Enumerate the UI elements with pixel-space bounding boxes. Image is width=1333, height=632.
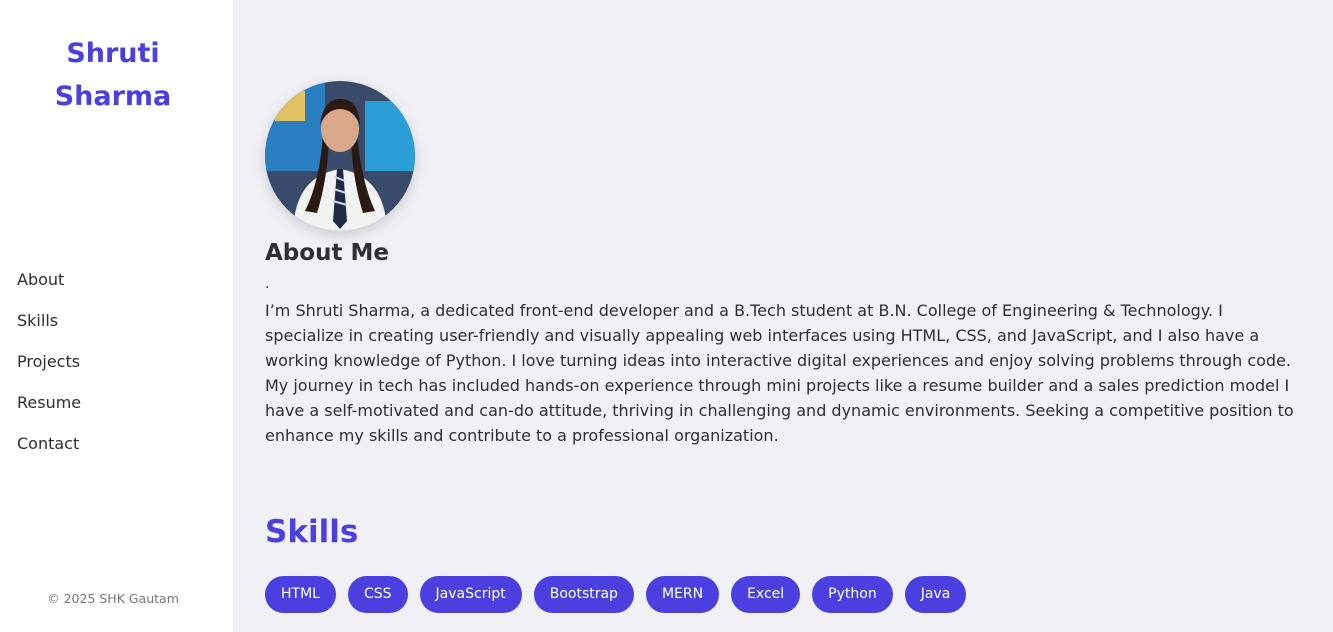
sidebar: Shruti Sharma About Skills Projects Resu…	[0, 0, 233, 632]
skill-chip-mern: MERN	[645, 576, 720, 613]
about-heading: About Me	[265, 240, 389, 266]
about-description: I’m Shruti Sharma, a dedicated front-end…	[265, 301, 1294, 445]
nav-item-resume[interactable]: Resume	[17, 389, 81, 430]
about-dot: .	[265, 276, 270, 292]
profile-photo	[265, 81, 415, 231]
brand-name-last: Sharma	[54, 81, 172, 112]
nav-item-about[interactable]: About	[17, 266, 81, 307]
skill-chip-python: Python	[812, 576, 893, 613]
brand-name-first: Shruti	[66, 38, 160, 69]
skill-chip-javascript: JavaScript	[419, 576, 522, 613]
skill-chip-bootstrap: Bootstrap	[533, 576, 634, 613]
nav-item-projects[interactable]: Projects	[17, 348, 81, 389]
skill-chip-excel: Excel	[731, 576, 801, 613]
skill-chip-html: HTML	[265, 576, 336, 613]
sidebar-nav: About Skills Projects Resume Contact	[17, 266, 81, 471]
skills-list: HTML CSS JavaScript Bootstrap MERN Excel…	[265, 576, 967, 613]
main-content: About Me . I’m Shruti Sharma, a dedicate…	[233, 0, 1333, 632]
nav-item-skills[interactable]: Skills	[17, 307, 81, 348]
brand-name[interactable]: Shruti Sharma	[0, 32, 226, 118]
sidebar-footer: © 2025 SHK Gautam	[47, 591, 179, 606]
nav-item-contact[interactable]: Contact	[17, 430, 81, 471]
profile-avatar	[265, 81, 415, 231]
skill-chip-java: Java	[904, 576, 967, 613]
skill-chip-css: CSS	[347, 576, 408, 613]
skills-heading: Skills	[265, 514, 359, 550]
